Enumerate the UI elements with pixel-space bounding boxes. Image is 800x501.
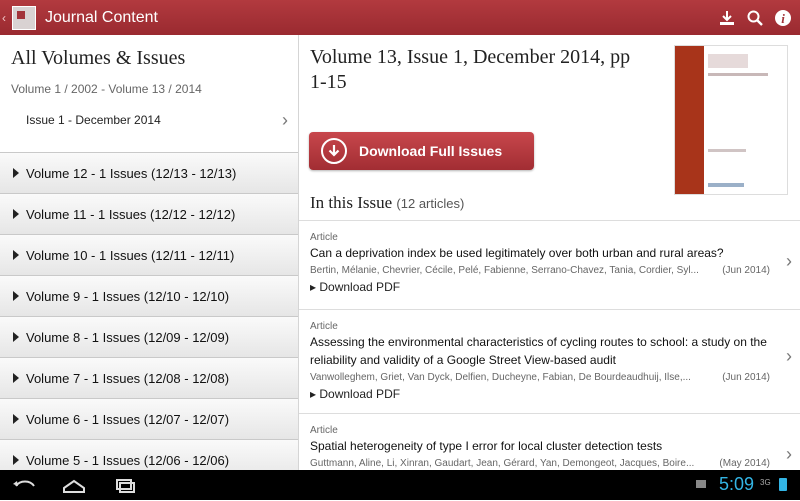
notification-icon[interactable] bbox=[695, 477, 707, 495]
volume-label: Volume 7 - 1 Issues (12/08 - 12/08) bbox=[26, 370, 230, 386]
nav-buttons bbox=[10, 474, 138, 501]
cover-masthead bbox=[708, 54, 748, 68]
current-issue-label: Issue 1 - December 2014 bbox=[26, 113, 161, 127]
expand-triangle-icon bbox=[13, 168, 19, 178]
volume-item[interactable]: Volume 11 - 1 Issues (12/12 - 12/12) bbox=[0, 193, 298, 234]
cover-line bbox=[708, 73, 768, 76]
article-authors: Bertin, Mélanie, Chevrier, Cécile, Pelé,… bbox=[310, 265, 699, 276]
expand-triangle-icon bbox=[13, 373, 19, 383]
download-pdf-label: Download PDF bbox=[319, 280, 401, 294]
app-title: Journal Content bbox=[45, 8, 158, 26]
action-bar: ‹ Journal Content i bbox=[0, 0, 800, 35]
info-icon[interactable]: i bbox=[774, 9, 792, 27]
article-type: Article bbox=[310, 425, 338, 436]
article-title: Can a deprivation index be used legitima… bbox=[310, 246, 724, 260]
expand-triangle-icon bbox=[13, 332, 19, 342]
expand-triangle-icon bbox=[13, 291, 19, 301]
recent-apps-icon[interactable] bbox=[110, 474, 138, 501]
volume-item[interactable]: Volume 9 - 1 Issues (12/10 - 12/10) bbox=[0, 275, 298, 316]
chevron-right-icon: › bbox=[786, 444, 792, 464]
current-issue-item[interactable]: Issue 1 - December 2014 › bbox=[0, 110, 298, 149]
article-authors: Guttmann, Aline, Li, Xinran, Gaudart, Je… bbox=[310, 458, 695, 469]
action-icons: i bbox=[718, 9, 792, 27]
expand-triangle-icon bbox=[13, 414, 19, 424]
system-nav-bar: 5:09 3G bbox=[0, 470, 800, 500]
chevron-right-icon: › bbox=[786, 251, 792, 271]
download-icon[interactable] bbox=[718, 9, 736, 27]
chevron-right-icon: › bbox=[786, 346, 792, 366]
article-authors-row: Guttmann, Aline, Li, Xinran, Gaudart, Je… bbox=[310, 458, 770, 469]
chevron-right-icon: › bbox=[282, 110, 288, 130]
home-icon[interactable] bbox=[60, 474, 88, 501]
article-authors-row: Bertin, Mélanie, Chevrier, Cécile, Pelé,… bbox=[310, 265, 770, 276]
volume-label: Volume 11 - 1 Issues (12/12 - 12/12) bbox=[26, 206, 236, 222]
back-icon[interactable] bbox=[10, 474, 38, 501]
article-authors: Vanwolleghem, Griet, Van Dyck, Delfien, … bbox=[310, 372, 691, 383]
in-this-issue-label: In this Issue bbox=[310, 193, 393, 212]
volume-item[interactable]: Volume 5 - 1 Issues (12/06 - 12/06) bbox=[0, 439, 298, 470]
expand-triangle-icon bbox=[13, 455, 19, 465]
cover-publisher-logo bbox=[708, 183, 744, 187]
volumes-panel: All Volumes & Issues Volume 1 / 2002 - V… bbox=[0, 35, 299, 470]
volume-label: Volume 6 - 1 Issues (12/07 - 12/07) bbox=[26, 411, 230, 427]
cover-spine bbox=[675, 46, 704, 194]
volume-item[interactable]: Volume 8 - 1 Issues (12/09 - 12/09) bbox=[0, 316, 298, 357]
signal-indicator: 3G bbox=[760, 478, 771, 487]
volume-item[interactable]: Volume 7 - 1 Issues (12/08 - 12/08) bbox=[0, 357, 298, 398]
download-arrow-icon bbox=[321, 138, 347, 164]
svg-text:i: i bbox=[781, 11, 785, 26]
app-logo[interactable] bbox=[12, 5, 36, 30]
article-list: Article Can a deprivation index be used … bbox=[299, 220, 800, 470]
volume-item[interactable]: Volume 6 - 1 Issues (12/07 - 12/07) bbox=[0, 398, 298, 439]
download-full-issues-label: Download Full Issues bbox=[359, 143, 503, 159]
article-type: Article bbox=[310, 321, 338, 332]
cover-line bbox=[708, 149, 746, 152]
volume-item[interactable]: Volume 10 - 1 Issues (12/11 - 12/11) bbox=[0, 234, 298, 275]
volume-list: Volume 12 - 1 Issues (12/13 - 12/13) Vol… bbox=[0, 152, 298, 470]
issue-cover-image[interactable] bbox=[674, 45, 788, 195]
article-date: (Jun 2014) bbox=[722, 265, 770, 276]
volume-item[interactable]: Volume 12 - 1 Issues (12/13 - 12/13) bbox=[0, 152, 298, 193]
article-type: Article bbox=[310, 232, 338, 243]
volume-label: Volume 10 - 1 Issues (12/11 - 12/11) bbox=[26, 247, 235, 263]
issue-panel: Volume 13, Issue 1, December 2014, pp 1-… bbox=[299, 35, 800, 470]
volume-label: Volume 8 - 1 Issues (12/09 - 12/09) bbox=[26, 329, 230, 345]
expand-triangle-icon bbox=[13, 209, 19, 219]
volume-label: Volume 9 - 1 Issues (12/10 - 12/10) bbox=[26, 288, 230, 304]
article-date: (May 2014) bbox=[719, 458, 770, 469]
article-date: (Jun 2014) bbox=[722, 372, 770, 383]
search-icon[interactable] bbox=[746, 9, 764, 27]
status-clock: 5:09 bbox=[719, 474, 755, 494]
download-pdf-link[interactable]: ▸ Download PDF bbox=[310, 387, 770, 401]
volume-label: Volume 5 - 1 Issues (12/06 - 12/06) bbox=[26, 452, 230, 468]
volume-label: Volume 12 - 1 Issues (12/13 - 12/13) bbox=[26, 165, 237, 181]
back-caret-icon[interactable]: ‹ bbox=[2, 11, 10, 25]
expand-triangle-icon bbox=[13, 250, 19, 260]
article-item[interactable]: Article Assessing the environmental char… bbox=[299, 309, 800, 413]
system-icons bbox=[695, 477, 707, 495]
article-authors-row: Vanwolleghem, Griet, Van Dyck, Delfien, … bbox=[310, 372, 770, 383]
volumes-range: Volume 1 / 2002 - Volume 13 / 2014 bbox=[11, 82, 202, 96]
in-this-issue-heading: In this Issue (12 articles) bbox=[310, 193, 464, 213]
volumes-heading: All Volumes & Issues bbox=[11, 47, 186, 69]
download-pdf-label: Download PDF bbox=[319, 387, 401, 401]
issue-title: Volume 13, Issue 1, December 2014, pp 1-… bbox=[310, 46, 631, 93]
article-item[interactable]: Article Can a deprivation index be used … bbox=[299, 220, 800, 309]
article-count: (12 articles) bbox=[396, 196, 465, 211]
battery-icon bbox=[779, 478, 787, 491]
article-item[interactable]: Article Spatial heterogeneity of type I … bbox=[299, 413, 800, 470]
download-full-issues-button[interactable]: Download Full Issues bbox=[309, 132, 534, 170]
download-pdf-link[interactable]: ▸ Download PDF bbox=[310, 280, 770, 294]
article-title: Spatial heterogeneity of type I error fo… bbox=[310, 439, 663, 453]
article-title: Assessing the environmental characterist… bbox=[310, 335, 767, 367]
